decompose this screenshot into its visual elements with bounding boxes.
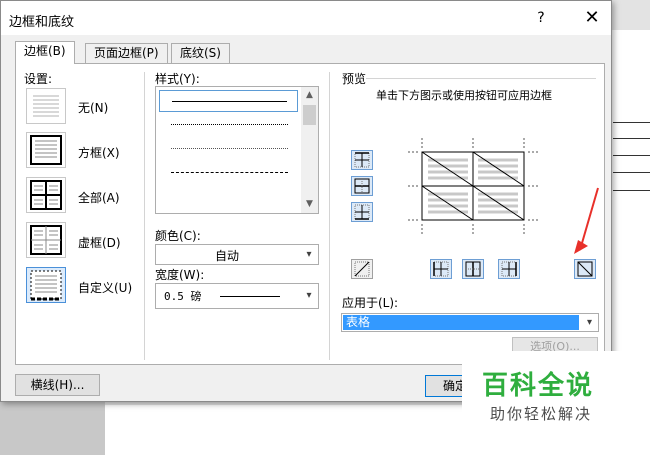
- table-line: [613, 190, 650, 191]
- scroll-down-icon[interactable]: ▼: [301, 196, 318, 213]
- table-line: [613, 122, 650, 123]
- close-button[interactable]: ✕: [579, 7, 605, 29]
- watermark-logo: 百科全说 助你轻松解决: [462, 351, 630, 431]
- right-border-icon[interactable]: [498, 259, 520, 279]
- borders-shading-dialog: 边框和底纹 ? ✕ 边框(B) 页面边框(P) 底纹(S) 设置: 无(N) 方…: [0, 0, 612, 402]
- table-line: [613, 172, 650, 173]
- apply-to-value: 表格: [343, 315, 579, 330]
- line-style-fine-dotted[interactable]: [159, 138, 298, 160]
- settings-heading: 设置:: [24, 72, 53, 86]
- style-heading: 样式(Y):: [155, 72, 200, 86]
- left-border-icon[interactable]: [430, 259, 452, 279]
- tab-page-border[interactable]: 页面边框(P): [85, 43, 168, 63]
- color-value: 自动: [214, 249, 239, 263]
- scroll-up-icon[interactable]: ▲: [301, 87, 318, 104]
- dialog-title: 边框和底纹: [9, 15, 75, 30]
- setting-box-icon[interactable]: [26, 132, 66, 168]
- chevron-down-icon: ▾: [581, 314, 598, 331]
- tab-shading[interactable]: 底纹(S): [171, 43, 230, 63]
- setting-none-label[interactable]: 无(N): [78, 99, 108, 116]
- chevron-down-icon: ▾: [299, 245, 318, 264]
- preview-heading: 预览: [342, 72, 367, 86]
- watermark-title: 百科全说: [482, 371, 595, 401]
- chevron-down-icon: ▾: [299, 284, 318, 308]
- horizontal-line-button[interactable]: 横线(H)...: [15, 374, 100, 396]
- borders-panel: 设置: 无(N) 方框(X) 全部(A) 虚框(D) 自定义(U) 样式(Y):…: [15, 63, 605, 365]
- setting-custom-label[interactable]: 自定义(U): [78, 279, 132, 296]
- border-preview-diagram[interactable]: [408, 138, 538, 234]
- line-style-list[interactable]: ▲ ▼: [155, 86, 319, 214]
- top-border-icon[interactable]: [351, 150, 373, 170]
- color-label: 颜色(C):: [155, 229, 201, 243]
- style-list-scrollbar[interactable]: ▲ ▼: [301, 87, 318, 213]
- width-select[interactable]: 0.5 磅 ▾: [155, 283, 319, 309]
- preview-hint: 单击下方图示或使用按钮可应用边框: [376, 89, 552, 102]
- setting-grid-label[interactable]: 虚框(D): [78, 234, 121, 251]
- apply-to-label: 应用于(L):: [342, 296, 399, 310]
- table-line: [613, 155, 650, 156]
- diagonal-up-border-icon[interactable]: [351, 259, 373, 279]
- preview-rule: [366, 78, 596, 79]
- divider: [329, 72, 330, 360]
- line-style-dash-dot[interactable]: [159, 186, 298, 208]
- line-style-dotted[interactable]: [159, 114, 298, 136]
- setting-none-icon[interactable]: [26, 88, 66, 124]
- width-label: 宽度(W):: [155, 268, 205, 282]
- inside-vertical-border-icon[interactable]: [462, 259, 484, 279]
- setting-all-icon[interactable]: [26, 177, 66, 213]
- tab-borders[interactable]: 边框(B): [15, 41, 75, 64]
- setting-custom-icon[interactable]: [26, 267, 66, 303]
- color-select[interactable]: 自动 ▾: [155, 244, 319, 265]
- line-style-solid[interactable]: [159, 90, 298, 112]
- apply-to-select[interactable]: 表格 ▾: [341, 313, 599, 332]
- inside-horizontal-border-icon[interactable]: [351, 176, 373, 196]
- divider: [144, 72, 145, 360]
- bottom-border-icon[interactable]: [351, 202, 373, 222]
- line-style-dashed[interactable]: [159, 162, 298, 184]
- table-line: [613, 138, 650, 139]
- setting-box-label[interactable]: 方框(X): [78, 144, 120, 161]
- watermark-subtitle: 助你轻松解决: [490, 405, 593, 423]
- setting-all-label[interactable]: 全部(A): [78, 189, 120, 206]
- title-bar: 边框和底纹 ? ✕: [1, 1, 611, 35]
- width-line-sample: [220, 296, 280, 297]
- setting-grid-icon[interactable]: [26, 222, 66, 258]
- scroll-thumb[interactable]: [303, 105, 316, 125]
- annotation-arrow-icon: [574, 187, 599, 254]
- help-button[interactable]: ?: [531, 10, 551, 28]
